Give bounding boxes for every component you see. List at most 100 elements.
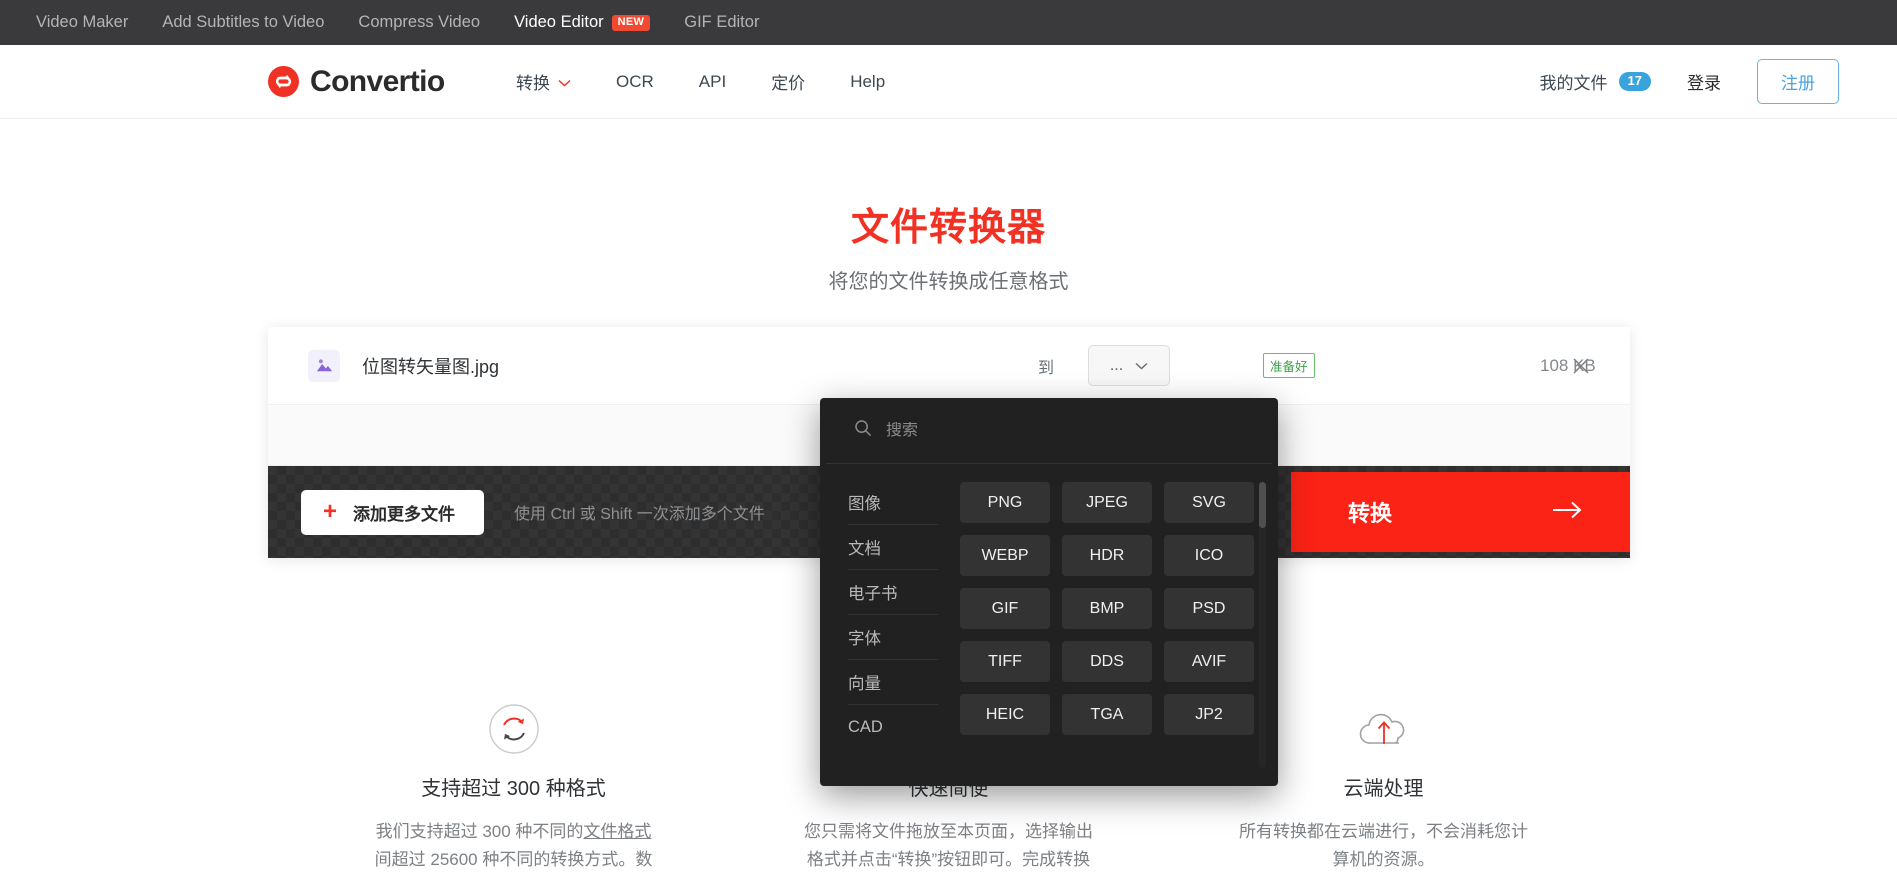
format-label: WEBP bbox=[981, 546, 1029, 564]
category-item-vector[interactable]: 向量 bbox=[848, 660, 938, 705]
my-files-link[interactable]: 我的文件 17 bbox=[1540, 69, 1651, 94]
format-label: PSD bbox=[1192, 599, 1226, 617]
format-option-tiff[interactable]: TIFF bbox=[960, 641, 1050, 682]
feature-text-after: 算机的资源。 bbox=[1332, 850, 1435, 870]
format-option-avif[interactable]: AVIF bbox=[1164, 641, 1254, 682]
format-option-svg[interactable]: SVG bbox=[1164, 482, 1254, 523]
main-navigation: 转换 OCR API 定价 Help bbox=[516, 69, 885, 94]
category-item-image[interactable]: 图像 bbox=[848, 480, 938, 525]
format-label: HEIC bbox=[985, 705, 1025, 723]
category-label: 文档 bbox=[848, 540, 881, 558]
promo-topbar: Video Maker Add Subtitles to Video Compr… bbox=[0, 0, 1897, 45]
format-option-gif[interactable]: GIF bbox=[960, 588, 1050, 629]
nav-label: API bbox=[698, 71, 727, 91]
format-label: SVG bbox=[1192, 493, 1226, 511]
topbar-label: GIF Editor bbox=[684, 13, 760, 31]
page-title: 文件转换器 bbox=[850, 207, 1046, 249]
nav-item-api[interactable]: API bbox=[699, 72, 726, 92]
format-label: TGA bbox=[1090, 705, 1124, 723]
topbar-label: Video Editor bbox=[514, 13, 604, 31]
login-link[interactable]: 登录 bbox=[1687, 69, 1721, 94]
format-label: DDS bbox=[1090, 652, 1124, 670]
nav-label: 定价 bbox=[771, 74, 806, 93]
feature-formats: 支持超过 300 种格式 我们支持超过 300 种不同的文件格式 间超过 256… bbox=[296, 700, 731, 874]
topbar-label: Video Maker bbox=[36, 13, 129, 31]
topbar-item-video-maker[interactable]: Video Maker bbox=[36, 13, 128, 32]
format-option-jpeg[interactable]: JPEG bbox=[1062, 482, 1152, 523]
output-format-select[interactable]: ... bbox=[1088, 345, 1170, 386]
category-item-cad[interactable]: CAD bbox=[848, 705, 938, 750]
format-option-png[interactable]: PNG bbox=[960, 482, 1050, 523]
format-option-webp[interactable]: WEBP bbox=[960, 535, 1050, 576]
my-files-label: 我的文件 bbox=[1539, 74, 1608, 93]
convert-label: 转换 bbox=[1348, 501, 1393, 526]
format-label: HDR bbox=[1089, 546, 1125, 564]
category-item-ebook[interactable]: 电子书 bbox=[848, 570, 938, 615]
format-option-heic[interactable]: HEIC bbox=[960, 694, 1050, 735]
format-grid-wrap: PNG JPEG SVG WEBP HDR ICO GIF BMP PSD TI… bbox=[938, 464, 1278, 786]
signup-button[interactable]: 注册 bbox=[1757, 59, 1839, 104]
format-option-bmp[interactable]: BMP bbox=[1062, 588, 1152, 629]
topbar-item-video-editor[interactable]: Video Editor NEW bbox=[514, 13, 651, 32]
category-label: 向量 bbox=[848, 675, 881, 693]
refresh-circle-icon bbox=[296, 700, 731, 758]
nav-item-ocr[interactable]: OCR bbox=[616, 72, 654, 92]
convertio-logo-icon bbox=[268, 66, 299, 97]
format-dropdown-panel: 图像 文档 电子书 字体 向量 CAD PNG JPEG SVG WEBP HD… bbox=[820, 398, 1278, 786]
format-dropdown-body: 图像 文档 电子书 字体 向量 CAD PNG JPEG SVG WEBP HD… bbox=[820, 464, 1278, 786]
format-label: JPEG bbox=[1086, 493, 1128, 511]
page-root: Video Maker Add Subtitles to Video Compr… bbox=[0, 0, 1897, 875]
format-option-hdr[interactable]: HDR bbox=[1062, 535, 1152, 576]
new-badge: NEW bbox=[611, 14, 651, 31]
nav-item-pricing[interactable]: 定价 bbox=[771, 69, 805, 94]
feature-text-before: 我们支持超过 300 种不同的 bbox=[375, 822, 584, 841]
search-icon bbox=[854, 419, 872, 442]
topbar-item-add-subtitles[interactable]: Add Subtitles to Video bbox=[162, 13, 324, 32]
category-item-document[interactable]: 文档 bbox=[848, 525, 938, 570]
feature-text: 您只需将文件拖放至本页面，选择输出 格式并点击“转换”按钮即可。完成转换 bbox=[731, 818, 1166, 874]
category-item-font[interactable]: 字体 bbox=[848, 615, 938, 660]
format-option-jp2[interactable]: JP2 bbox=[1164, 694, 1254, 735]
topbar-label: Add Subtitles to Video bbox=[162, 13, 325, 31]
nav-item-help[interactable]: Help bbox=[850, 72, 885, 92]
format-category-list: 图像 文档 电子书 字体 向量 CAD bbox=[820, 464, 938, 786]
feature-text-before: 您只需将文件拖放至本页面，选择输出 bbox=[804, 822, 1093, 841]
feature-text: 所有转换都在云端进行，不会消耗您计 算机的资源。 bbox=[1166, 818, 1601, 874]
my-files-count-badge: 17 bbox=[1618, 71, 1651, 92]
format-option-ico[interactable]: ICO bbox=[1164, 535, 1254, 576]
convert-button[interactable]: 转换 bbox=[1291, 472, 1630, 552]
header-right-group: 我的文件 17 登录 注册 bbox=[1540, 59, 1839, 104]
arrow-right-icon bbox=[1553, 501, 1583, 524]
file-name: 位图转矢量图.jpg bbox=[362, 356, 500, 377]
format-option-tga[interactable]: TGA bbox=[1062, 694, 1152, 735]
topbar-item-gif-editor[interactable]: GIF Editor bbox=[684, 13, 759, 32]
add-more-files-button[interactable]: + 添加更多文件 bbox=[301, 489, 485, 535]
category-label: 电子书 bbox=[848, 585, 898, 603]
category-label: CAD bbox=[848, 718, 883, 736]
format-label: JP2 bbox=[1195, 705, 1223, 723]
nav-label: 转换 bbox=[516, 74, 550, 93]
format-option-psd[interactable]: PSD bbox=[1164, 588, 1254, 629]
feature-text-link[interactable]: 文件格式 bbox=[583, 822, 651, 841]
nav-label: Help bbox=[850, 71, 886, 91]
format-label: GIF bbox=[991, 599, 1019, 617]
logo-link[interactable]: Convertio bbox=[268, 65, 445, 99]
image-file-icon bbox=[308, 349, 340, 382]
add-more-files-label: 添加更多文件 bbox=[353, 504, 456, 524]
topbar-item-compress-video[interactable]: Compress Video bbox=[358, 13, 480, 32]
format-grid-scrollbar-thumb[interactable] bbox=[1259, 482, 1266, 528]
feature-text: 我们支持超过 300 种不同的文件格式 间超过 25600 种不同的转换方式。数 bbox=[296, 818, 731, 874]
format-label: ICO bbox=[1194, 546, 1224, 564]
format-search-input[interactable] bbox=[886, 421, 1244, 440]
format-search-row bbox=[826, 398, 1272, 464]
hero-section: 文件转换器 将您的文件转换成任意格式 bbox=[0, 196, 1897, 294]
format-option-dds[interactable]: DDS bbox=[1062, 641, 1152, 682]
multi-select-hint: 使用 Ctrl 或 Shift 一次添加多个文件 bbox=[514, 506, 765, 523]
topbar-label: Compress Video bbox=[358, 13, 481, 31]
feature-text-after: 格式并点击“转换”按钮即可。完成转换 bbox=[806, 850, 1091, 870]
page-subtitle: 将您的文件转换成任意格式 bbox=[828, 271, 1069, 293]
chevron-down-icon bbox=[558, 72, 571, 92]
format-label: BMP bbox=[1089, 599, 1125, 617]
nav-item-convert[interactable]: 转换 bbox=[516, 69, 571, 94]
remove-file-close-icon[interactable] bbox=[1568, 353, 1594, 379]
